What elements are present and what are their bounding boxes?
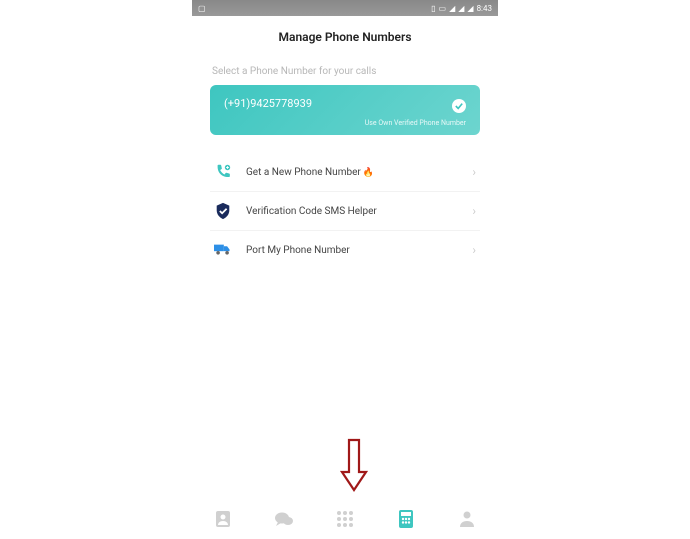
nav-messages[interactable]	[272, 507, 296, 531]
nav-calculator[interactable]	[394, 507, 418, 531]
options-list: Get a New Phone Number🔥 › Verification C…	[210, 153, 480, 269]
bottom-nav	[192, 497, 498, 539]
truck-icon	[214, 241, 232, 259]
nav-contacts[interactable]	[211, 507, 235, 531]
fire-icon: 🔥	[363, 168, 374, 178]
option-port-number[interactable]: Port My Phone Number ›	[210, 231, 480, 269]
nav-keypad[interactable]	[333, 507, 357, 531]
verified-phone-card[interactable]: (+91)9425778939 Use Own Verified Phone N…	[210, 85, 480, 135]
phone-screen: ▢ ▯ ▭ ◢ ◢ ◢ 8:43 Manage Phone Numbers Se…	[192, 0, 498, 539]
option-label: Port My Phone Number	[246, 245, 472, 256]
signal-icon: ◢	[458, 4, 464, 13]
card-subtext: Use Own Verified Phone Number	[365, 119, 466, 127]
shield-check-icon	[214, 202, 232, 220]
page-title: Manage Phone Numbers	[192, 16, 498, 66]
check-icon	[452, 99, 466, 113]
battery-icon: ▭	[439, 4, 447, 13]
signal2-icon: ◢	[467, 4, 473, 13]
notification-icon: ▯	[431, 4, 435, 13]
chevron-right-icon: ›	[472, 165, 476, 179]
phone-number: (+91)9425778939	[224, 97, 466, 110]
status-time: 8:43	[477, 4, 492, 13]
wifi-icon: ◢	[449, 4, 455, 13]
status-bar-left-icon: ▢	[198, 4, 206, 13]
option-label: Get a New Phone Number🔥	[246, 167, 472, 178]
nav-profile[interactable]	[455, 507, 479, 531]
option-label: Verification Code SMS Helper	[246, 206, 472, 217]
down-arrow-annotation	[340, 438, 368, 498]
chevron-right-icon: ›	[472, 243, 476, 257]
option-sms-helper[interactable]: Verification Code SMS Helper ›	[210, 192, 480, 231]
helper-text: Select a Phone Number for your calls	[192, 66, 498, 85]
chevron-right-icon: ›	[472, 204, 476, 218]
phone-plus-icon	[214, 163, 232, 181]
status-bar-right: ▯ ▭ ◢ ◢ ◢ 8:43	[431, 4, 492, 13]
option-get-new-number[interactable]: Get a New Phone Number🔥 ›	[210, 153, 480, 192]
status-bar: ▢ ▯ ▭ ◢ ◢ ◢ 8:43	[192, 0, 498, 16]
